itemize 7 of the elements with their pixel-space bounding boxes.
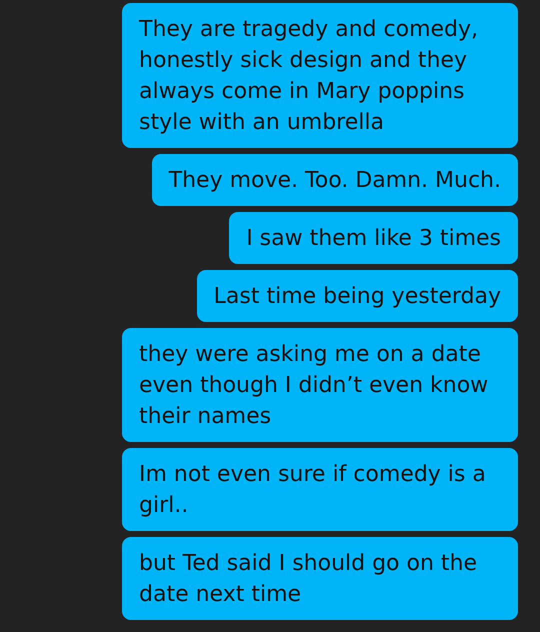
message-bubble: Im not even sure if comedy is a girl.. bbox=[122, 448, 518, 531]
message-bubble: they were asking me on a date even though I didn’t even know their names bbox=[122, 328, 518, 442]
message-bubble: Last time being yesterday bbox=[196, 270, 518, 322]
message-bubble: but Ted said I should go on the date next time bbox=[122, 537, 518, 620]
message-bubble: I saw them like 3 times bbox=[229, 212, 518, 264]
message-bubble: They are tragedy and comedy, honestly sick design and they always come in Mary poppins style with an umbrella bbox=[122, 3, 518, 148]
message-bubble: They move. Too. Damn. Much. bbox=[152, 154, 518, 206]
